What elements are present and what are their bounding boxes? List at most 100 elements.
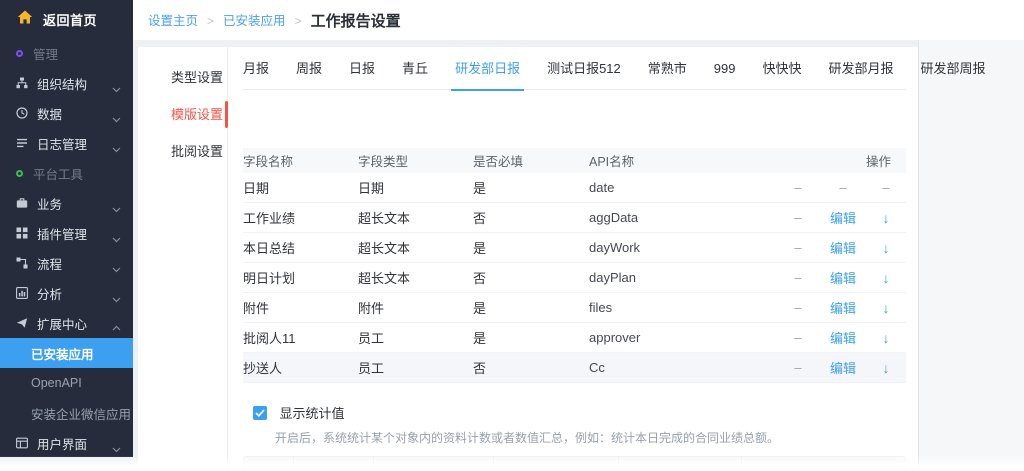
move-down-icon[interactable]: ↓ bbox=[866, 240, 906, 256]
move-down-icon[interactable]: ↓ bbox=[866, 210, 906, 226]
tab-item[interactable]: 测试日报512 bbox=[547, 47, 621, 90]
page: 返回首页 管理组织结构数据日志管理平台工具业务插件管理流程分析扩展中心已安装应用… bbox=[0, 0, 1024, 471]
edit-button[interactable]: 编辑 bbox=[820, 298, 866, 317]
sidebar-item-label: 用户界面 bbox=[37, 434, 87, 453]
show-stats-checkbox[interactable] bbox=[253, 406, 267, 420]
stats-table-header bbox=[244, 457, 905, 471]
sidebar: 返回首页 管理组织结构数据日志管理平台工具业务插件管理流程分析扩展中心已安装应用… bbox=[0, 0, 133, 457]
tab-item[interactable]: 研发部日报 bbox=[455, 47, 520, 90]
settings-menu-item-1[interactable]: 模版设置 bbox=[138, 96, 227, 133]
edit-button[interactable]: 编辑 bbox=[820, 328, 866, 347]
field-required: 否 bbox=[473, 208, 589, 227]
op-dash: – bbox=[776, 210, 820, 225]
sidebar-item-12[interactable]: 安装企业微信应用 bbox=[0, 398, 133, 428]
table-row: 工作业绩 超长文本 否 aggData – 编辑 ↓ bbox=[243, 203, 906, 233]
op-dash: – bbox=[776, 300, 820, 315]
field-api: dayPlan bbox=[589, 270, 776, 285]
table-row: 抄送人 员工 否 Cc – 编辑 ↓ bbox=[243, 353, 906, 383]
move-down-icon[interactable]: ↓ bbox=[866, 330, 906, 346]
back-home-button[interactable]: 返回首页 bbox=[0, 0, 133, 38]
tab-item[interactable]: 周报 bbox=[296, 47, 322, 90]
field-api: Cc bbox=[589, 360, 776, 375]
edit-button[interactable]: 编辑 bbox=[820, 208, 866, 227]
sidebar-item-2[interactable]: 数据 bbox=[0, 98, 133, 128]
table-row: 日期 日期 是 date – – – bbox=[243, 173, 906, 203]
edit-button[interactable]: 编辑 bbox=[820, 268, 866, 287]
col-api-name: API名称 bbox=[589, 151, 776, 170]
template-tabs: 月报周报日报青丘研发部日报测试日报512常熟市999快快快研发部月报研发部周报 bbox=[243, 47, 906, 90]
move-down-icon[interactable]: ↓ bbox=[866, 300, 906, 316]
sidebar-item-6[interactable]: 插件管理 bbox=[0, 218, 133, 248]
sidebar-item-label: 已安装应用 bbox=[31, 344, 94, 363]
sidebar-item-7[interactable]: 流程 bbox=[0, 248, 133, 278]
field-api: approver bbox=[589, 330, 776, 345]
chevron-down-icon bbox=[112, 80, 121, 98]
col-required: 是否必填 bbox=[473, 151, 589, 170]
show-stats-label: 显示统计值 bbox=[279, 406, 344, 421]
sidebar-item-10[interactable]: 已安装应用 bbox=[0, 338, 133, 368]
right-gutter bbox=[918, 40, 1024, 471]
sidebar-item-13[interactable]: 用户界面 bbox=[0, 428, 133, 458]
field-required: 是 bbox=[473, 298, 589, 317]
tab-item[interactable]: 常熟市 bbox=[648, 47, 687, 90]
sidebar-item-9[interactable]: 扩展中心 bbox=[0, 308, 133, 338]
op-dash: – bbox=[820, 180, 866, 195]
op-dash: – bbox=[776, 240, 820, 255]
content-card: 类型设置模版设置批阅设置 月报周报日报青丘研发部日报测试日报512 常熟市 999 快… bbox=[138, 47, 918, 471]
ui-icon bbox=[16, 437, 28, 449]
sidebar-item-1[interactable]: 组织结构 bbox=[0, 68, 133, 98]
field-api: date bbox=[589, 180, 776, 195]
back-home-label: 返回首页 bbox=[43, 10, 97, 29]
tab-item[interactable]: 999 bbox=[714, 47, 736, 90]
edit-button[interactable]: 编辑 bbox=[820, 358, 866, 377]
edit-button[interactable]: 编辑 bbox=[820, 238, 866, 257]
move-down-icon[interactable]: ↓ bbox=[866, 360, 906, 376]
plugin-icon bbox=[16, 227, 28, 239]
sidebar-item-label: 业务 bbox=[37, 194, 62, 213]
sidebar-item-0[interactable]: 管理 bbox=[0, 38, 133, 68]
sidebar-item-8[interactable]: 分析 bbox=[0, 278, 133, 308]
tab-item[interactable]: 研发部周报 bbox=[921, 47, 986, 90]
sidebar-item-label: 管理 bbox=[33, 44, 58, 63]
stats-table-cutoff bbox=[243, 456, 906, 471]
business-icon bbox=[16, 197, 28, 209]
tab-item[interactable]: 日报 bbox=[349, 47, 375, 90]
tab-item[interactable]: 月报 bbox=[243, 47, 269, 90]
tab-item[interactable]: 快快快 bbox=[763, 47, 802, 90]
sidebar-item-label: 插件管理 bbox=[37, 224, 87, 243]
table-row: 本日总结 超长文本 是 dayWork – 编辑 ↓ bbox=[243, 233, 906, 263]
field-required: 是 bbox=[473, 238, 589, 257]
sidebar-item-5[interactable]: 业务 bbox=[0, 188, 133, 218]
workflow-icon bbox=[16, 257, 28, 269]
section-ring-icon bbox=[16, 170, 23, 177]
tab-item[interactable]: 青丘 bbox=[402, 47, 428, 90]
log-icon bbox=[16, 137, 28, 149]
extension-icon bbox=[16, 317, 28, 329]
field-name: 附件 bbox=[243, 298, 358, 317]
sidebar-item-label: 安装企业微信应用 bbox=[31, 404, 131, 423]
sidebar-item-3[interactable]: 日志管理 bbox=[0, 128, 133, 158]
settings-menu-item-0[interactable]: 类型设置 bbox=[138, 59, 227, 96]
section-ring-icon bbox=[16, 50, 23, 57]
table-row: 批阅人11 员工 是 approver – 编辑 ↓ bbox=[243, 323, 906, 353]
sidebar-item-11[interactable]: OpenAPI bbox=[0, 368, 133, 398]
field-type: 员工 bbox=[358, 358, 473, 377]
breadcrumb-link[interactable]: 已安装应用 bbox=[223, 14, 286, 28]
sidebar-item-4[interactable]: 平台工具 bbox=[0, 158, 133, 188]
field-name: 抄送人 bbox=[243, 358, 358, 377]
breadcrumb-link[interactable]: 设置主页 bbox=[148, 14, 198, 28]
chevron-down-icon bbox=[112, 200, 121, 218]
show-stats-description: 开启后，系统统计某个对象内的资料计数或者数值汇总，例如：统计本日完成的合同业绩总… bbox=[253, 429, 906, 446]
op-dash: – bbox=[776, 270, 820, 285]
table-row: 附件 附件 是 files – 编辑 ↓ bbox=[243, 293, 906, 323]
fields-table: 字段名称 字段类型 是否必填 API名称 操作 日期 日期 是 date – –… bbox=[243, 148, 906, 383]
op-dash: – bbox=[866, 180, 906, 195]
tab-item[interactable]: 研发部月报 bbox=[829, 47, 894, 90]
op-dash: – bbox=[776, 330, 820, 345]
breadcrumb-links: 设置主页>已安装应用> bbox=[148, 10, 311, 30]
op-dash: – bbox=[776, 360, 820, 375]
col-field-name: 字段名称 bbox=[243, 151, 358, 170]
settings-menu-item-2[interactable]: 批阅设置 bbox=[138, 133, 227, 170]
move-down-icon[interactable]: ↓ bbox=[866, 270, 906, 286]
field-required: 是 bbox=[473, 328, 589, 347]
